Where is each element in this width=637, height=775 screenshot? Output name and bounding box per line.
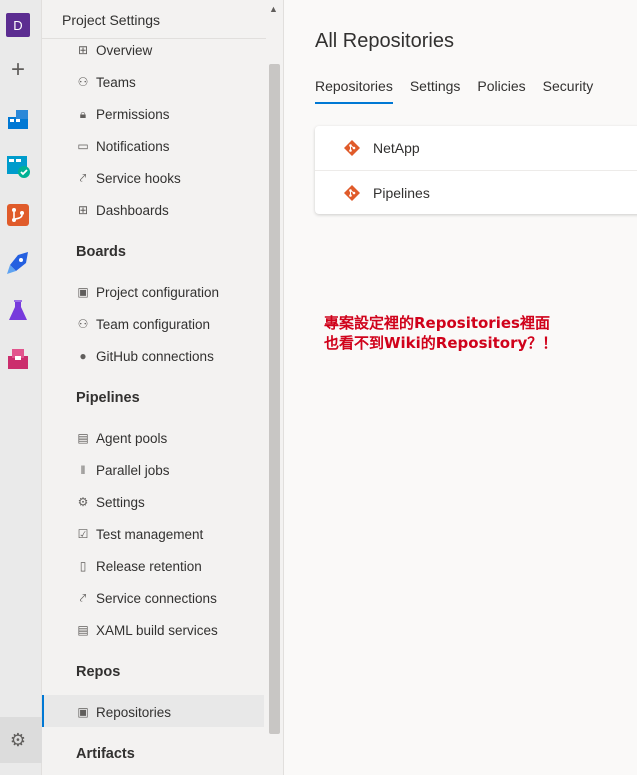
repos-icon[interactable] (6, 203, 30, 227)
nav-item-xaml-build-services[interactable]: ▤ XAML build services (76, 618, 218, 642)
annotation-line-1: 專案設定裡的Repositories裡面 (324, 314, 550, 332)
scroll-up-arrow-icon[interactable]: ▲ (269, 4, 278, 14)
repository-row-pipelines[interactable]: Pipelines (315, 170, 637, 214)
service-hooks-icon: ⤤ (79, 170, 87, 185)
nav-item-label: Dashboards (96, 202, 169, 218)
overview-icon[interactable] (6, 107, 30, 131)
parallel-jobs-icon: ‖ (80, 463, 86, 477)
tab-repositories[interactable]: Repositories (315, 78, 393, 104)
nav-item-dashboards[interactable]: ⊞ Dashboards (76, 198, 169, 222)
annotation-line-2: 也看不到Wiki的Repository？！ (324, 334, 558, 352)
repository-list: NetApp Pipelines (315, 126, 637, 214)
nav-title: Project Settings (62, 12, 161, 28)
nav-item-label: Teams (96, 74, 136, 90)
nav-item-test-management[interactable]: ☑ Test management (76, 522, 204, 546)
github-icon: ● (79, 349, 87, 363)
nav-item-team-configuration[interactable]: ⚇ Team configuration (76, 312, 210, 336)
release-retention-icon: ▯ (79, 559, 87, 573)
service-connections-icon: ⤤ (79, 590, 87, 605)
nav-item-label: GitHub connections (96, 348, 214, 364)
repo-tabs: Repositories Settings Policies Security (315, 78, 610, 104)
nav-item-permissions[interactable]: 🔒︎ Permissions (76, 102, 170, 126)
org-avatar[interactable]: D (6, 13, 30, 37)
test-plans-icon[interactable] (6, 299, 30, 323)
org-avatar-letter: D (13, 17, 23, 33)
nav-section-pipelines: Pipelines (76, 390, 140, 406)
nav-item-label: Service hooks (96, 170, 181, 186)
nav-item-label: Repositories (96, 704, 172, 720)
nav-item-label: Team configuration (96, 316, 211, 332)
nav-item-label: Permissions (96, 106, 170, 122)
nav-item-label: Notifications (96, 138, 170, 154)
repository-name: Pipelines (373, 184, 430, 201)
tab-security[interactable]: Security (543, 78, 594, 104)
nav-item-label: Project configuration (96, 284, 220, 300)
teams-icon: ⚇ (77, 75, 89, 89)
git-repo-icon (344, 184, 360, 201)
nav-item-github-connections[interactable]: ● GitHub connections (76, 344, 214, 368)
nav-item-service-hooks[interactable]: ⤤ Service hooks (76, 166, 181, 190)
nav-item-label: Agent pools (96, 430, 168, 446)
nav-item-overview[interactable]: ⊞ Overview (76, 38, 152, 62)
nav-item-release-retention[interactable]: ▯ Release retention (76, 554, 202, 578)
plus-icon[interactable]: + (6, 58, 30, 82)
xaml-build-icon: ▤ (77, 623, 89, 637)
nav-item-label: Parallel jobs (96, 462, 170, 478)
nav-item-label: Settings (96, 494, 145, 510)
repositories-icon: ▣ (77, 705, 89, 719)
main-content: All Repositories Repositories Settings P… (284, 0, 637, 775)
nav-item-label: Release retention (96, 558, 202, 574)
git-repo-icon (344, 140, 360, 156)
boards-icon[interactable] (6, 154, 30, 178)
nav-section-repos: Repos (76, 664, 121, 680)
pipelines-icon[interactable] (6, 251, 30, 275)
nav-section-artifacts: Artifacts (76, 746, 135, 762)
artifacts-icon[interactable] (6, 347, 30, 371)
notification-icon: ▭ (77, 139, 89, 153)
gear-icon[interactable]: ⚙ (6, 728, 30, 752)
annotation-note: 專案設定裡的Repositories裡面 也看不到Wiki的Repository… (324, 313, 604, 353)
agent-pools-icon: ▤ (77, 431, 89, 445)
project-config-icon: ▣ (77, 285, 89, 299)
nav-item-service-connections[interactable]: ⤤ Service connections (76, 586, 217, 610)
nav-scrollbar-thumb[interactable] (269, 64, 280, 734)
dashboards-icon: ⊞ (77, 203, 89, 217)
team-config-icon: ⚇ (77, 317, 89, 331)
nav-item-notifications[interactable]: ▭ Notifications (76, 134, 170, 158)
nav-section-boards: Boards (76, 244, 126, 260)
nav-item-teams[interactable]: ⚇ Teams (76, 70, 136, 94)
nav-item-label: Service connections (96, 590, 217, 606)
nav-item-label: XAML build services (96, 622, 218, 638)
repository-name: NetApp (373, 140, 420, 156)
test-management-icon: ☑ (77, 527, 89, 541)
overview-nav-icon: ⊞ (77, 43, 89, 57)
nav-item-agent-pools[interactable]: ▤ Agent pools (76, 426, 167, 450)
page-title: All Repositories (315, 30, 454, 52)
repository-row-netapp[interactable]: NetApp (315, 126, 637, 170)
nav-item-repositories[interactable]: ▣ Repositories (76, 700, 171, 724)
nav-item-project-configuration[interactable]: ▣ Project configuration (76, 280, 219, 304)
project-settings-nav: Project Settings ⊞ Overview ⚇ Teams 🔒︎ Perm… (42, 0, 284, 775)
left-icon-rail: D + ⚙ (0, 0, 42, 775)
nav-item-parallel-jobs[interactable]: ‖ Parallel jobs (76, 458, 170, 482)
tab-settings[interactable]: Settings (410, 78, 461, 104)
nav-item-label: Test management (96, 526, 204, 542)
tab-policies[interactable]: Policies (477, 78, 525, 104)
lock-icon: 🔒︎ (79, 106, 87, 121)
settings-gear-icon: ⚙ (77, 495, 89, 509)
nav-item-label: Overview (96, 42, 153, 58)
nav-item-settings[interactable]: ⚙ Settings (76, 490, 145, 514)
